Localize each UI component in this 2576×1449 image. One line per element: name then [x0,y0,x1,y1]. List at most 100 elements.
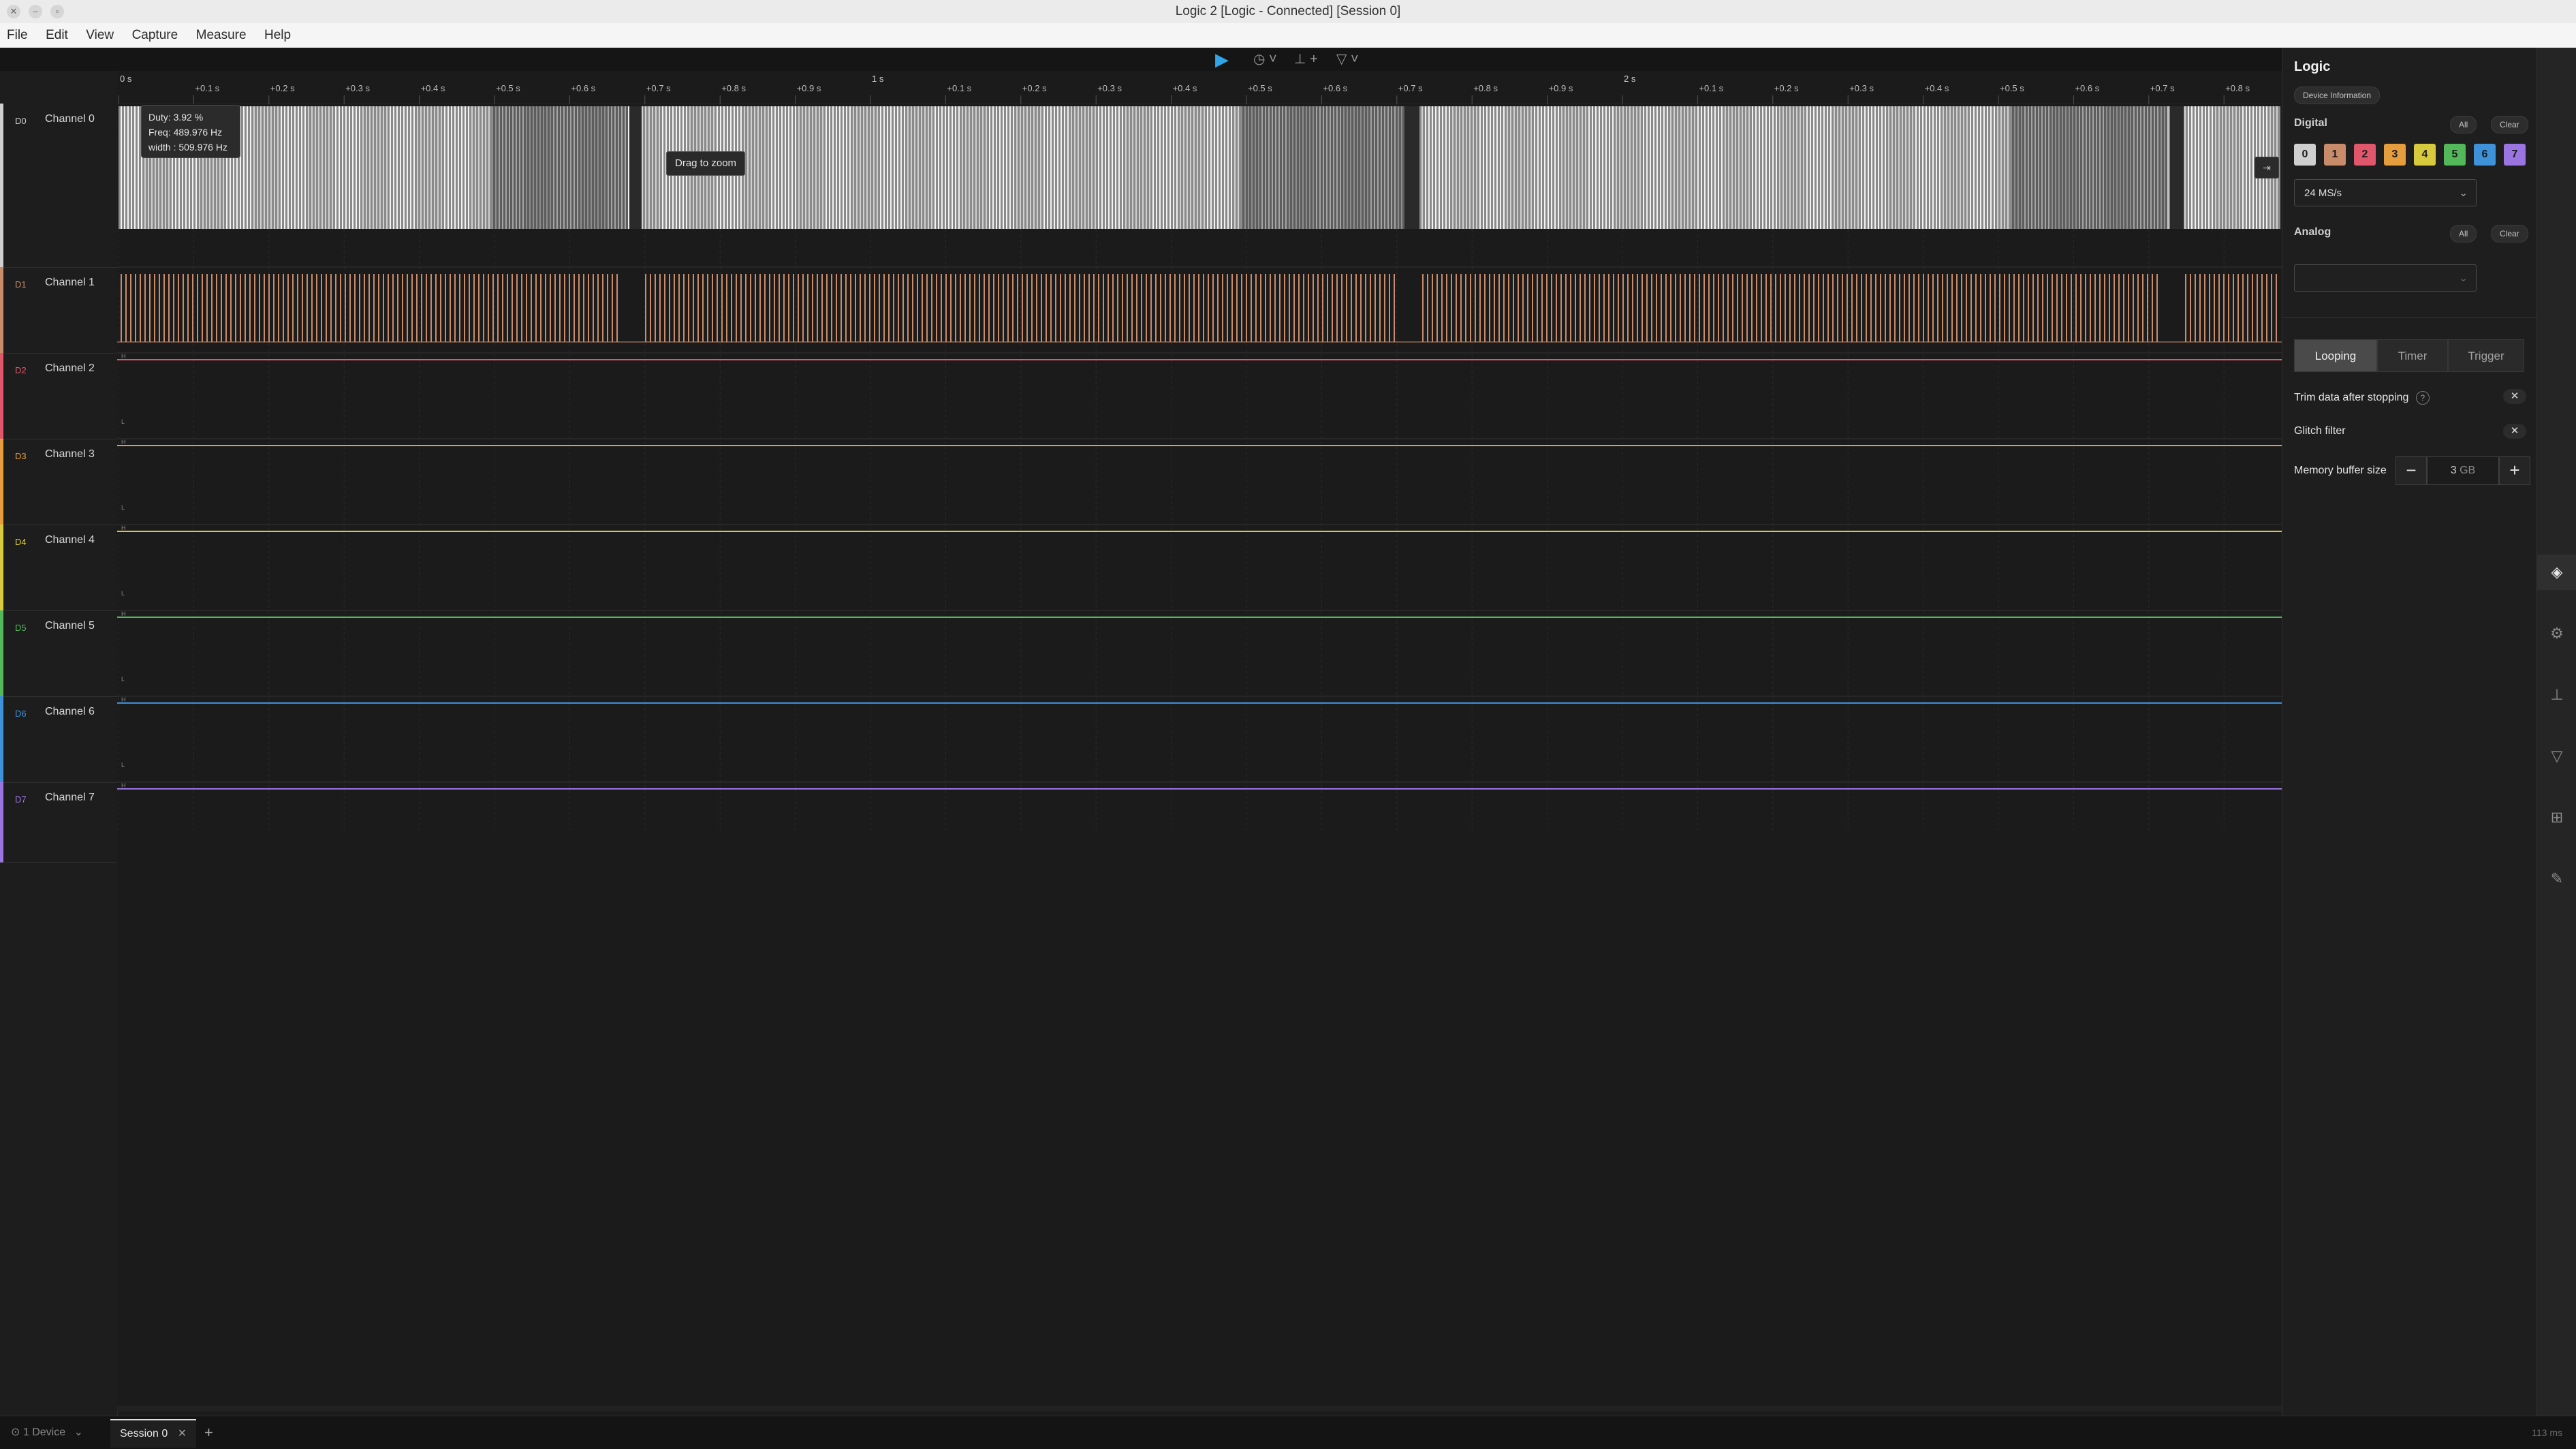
cursor-icon[interactable]: ⊥ + [1294,48,1318,71]
digital-clear-button[interactable]: Clear [2491,116,2528,134]
high-level-marker: H [121,525,126,531]
channel-row-label[interactable]: D2 Channel 2 [0,353,117,439]
high-level-marker: H [121,782,126,789]
increase-memory-button[interactable]: + [2499,456,2530,485]
menu-capture[interactable]: Capture [125,23,187,48]
digital-channel-toggle[interactable]: 0 [2294,144,2316,166]
channel-row-label[interactable]: D0 Channel 0 [0,104,117,268]
time-tick-label: +0.8 s [721,83,746,93]
high-level-marker: H [121,610,126,617]
digital-channel-toggle[interactable]: 1 [2324,144,2346,166]
device-information-button[interactable]: Device Information [2294,87,2381,104]
play-icon[interactable]: ▶ [1215,48,1229,71]
digital-channel-toggle[interactable]: 3 [2384,144,2406,166]
help-icon[interactable]: ? [2415,391,2430,405]
time-tick-label: +0.6 s [1323,83,1347,93]
channel-name: Channel 3 [45,448,95,460]
time-tick-label: +0.2 s [1774,83,1799,93]
low-level-marker: L [121,590,125,597]
time-tick-label: +0.8 s [2225,83,2250,93]
time-tick-label: +0.2 s [1022,83,1047,93]
device-settings-panel: Logic Device Information Digital All Cle… [2282,48,2537,1416]
tab-session-0[interactable]: Session 0 ✕ [110,1419,197,1448]
trigger-icon[interactable]: ▽ [2537,738,2576,774]
channel-id: D6 [15,708,27,719]
close-icon[interactable]: ✕ [178,1428,187,1439]
panel-title: Logic [2294,59,2331,74]
channel-row-label[interactable]: D1 Channel 1 [0,267,117,354]
time-tick-label: +0.1 s [1699,83,1723,93]
time-tick-label: +0.2 s [270,83,295,93]
window-title: Logic 2 [Logic - Connected] [Session 0] [1175,4,1401,18]
waveform-area[interactable]: HLHLHLHLHLHL [117,104,2282,830]
memory-buffer-input[interactable]: 3 GB [2427,456,2499,485]
glitch-filter-toggle[interactable]: ✕ [2503,424,2526,439]
channel-name: Channel 7 [45,792,95,803]
tab-looping[interactable]: Looping [2294,339,2377,372]
channel-id: D3 [15,451,27,461]
add-session-icon[interactable]: + [204,1419,213,1446]
channel-row-label[interactable]: D4 Channel 4 [0,525,117,611]
channel-row-label[interactable]: D3 Channel 3 [0,439,117,525]
digital-channel-toggle[interactable]: 7 [2504,144,2526,166]
channel-0-dense-region [1241,106,1404,229]
decrease-memory-button[interactable]: − [2396,456,2427,485]
channel-color-bar [0,267,3,353]
time-tick-label: 2 s [1624,74,1636,84]
analog-rate-select[interactable]: ⌄ [2294,264,2477,292]
digital-channel-toggle[interactable]: 2 [2354,144,2376,166]
channel-name: Channel 0 [45,113,95,125]
channel-color-bar [0,439,3,525]
menu-edit[interactable]: Edit [39,23,76,48]
time-tick-label: +0.5 s [496,83,520,93]
horizontal-scrollbar[interactable] [117,1406,2282,1412]
high-level-marker: H [121,353,126,360]
extensions-icon[interactable]: ⊞ [2537,800,2576,835]
digital-channel-toggle[interactable]: 6 [2474,144,2496,166]
channel-0-gap [2170,106,2184,229]
device-selector[interactable]: ⊙ 1 Device ⌄ [11,1423,83,1442]
digital-channel-toggle[interactable]: 4 [2414,144,2436,166]
device-icon: ⊙ [11,1427,20,1438]
time-tick-label: +0.3 s [1097,83,1122,93]
channel-color-bar [0,353,3,439]
trim-data-text: Trim data after stopping [2294,392,2409,403]
time-tick-label: +0.3 s [345,83,370,93]
notes-icon[interactable]: ✎ [2537,861,2576,897]
trim-data-toggle[interactable]: ✕ [2503,389,2526,404]
glitch-filter-label: Glitch filter [2294,425,2346,437]
duty-value: Duty: 3.92 % [148,112,204,123]
time-tick-label: +0.1 s [195,83,219,93]
analyzers-icon[interactable]: ⚙ [2537,616,2576,651]
width-value: width : 509.976 Hz [148,142,227,153]
menu-view[interactable]: View [79,23,122,48]
digital-channel-toggle[interactable]: 5 [2444,144,2466,166]
channel-id: D4 [15,537,27,547]
time-ruler[interactable]: 0 s +0.1 s +0.2 s +0.3 s +0.4 s +0.5 s +0.6 s +… [117,71,2282,104]
time-tick-label: 1 s [872,74,884,84]
drag-to-zoom-tooltip: Drag to zoom [666,151,746,176]
menu-file[interactable]: File [0,23,36,48]
render-timing: 113 ms [2532,1427,2562,1438]
time-tick-label: +0.4 s [421,83,445,93]
menu-help[interactable]: Help [257,23,299,48]
channel-row-label[interactable]: D6 Channel 6 [0,696,117,783]
channel-row-label[interactable]: D7 Channel 7 [0,782,117,863]
sample-rate-select[interactable]: 24 MS/s ⌄ [2294,179,2477,206]
tab-trigger[interactable]: Trigger [2448,339,2524,372]
analog-all-button[interactable]: All [2450,225,2477,243]
channel-id: D2 [15,365,27,375]
capture-toolbar: ▶ ◷ ˅ ⊥ + ▽ ˅ [0,48,2282,71]
timing-markers-icon[interactable]: ⊥ [2537,677,2576,713]
scroll-to-edge-icon[interactable]: ⇥ [2255,157,2279,178]
menu-measure[interactable]: Measure [189,23,255,48]
tab-timer[interactable]: Timer [2377,339,2448,372]
trigger-icon[interactable]: ▽ ˅ [1336,48,1359,71]
title-bar: ✕ – ▫ Logic 2 [Logic - Connected] [Sessi… [0,0,2576,24]
device-count: 1 Device [22,1427,66,1438]
digital-all-button[interactable]: All [2450,116,2477,134]
channel-row-label[interactable]: D5 Channel 5 [0,610,117,697]
analog-clear-button[interactable]: Clear [2491,225,2528,243]
device-settings-icon[interactable]: ◈ [2537,555,2576,590]
timer-icon[interactable]: ◷ ˅ [1253,48,1277,71]
